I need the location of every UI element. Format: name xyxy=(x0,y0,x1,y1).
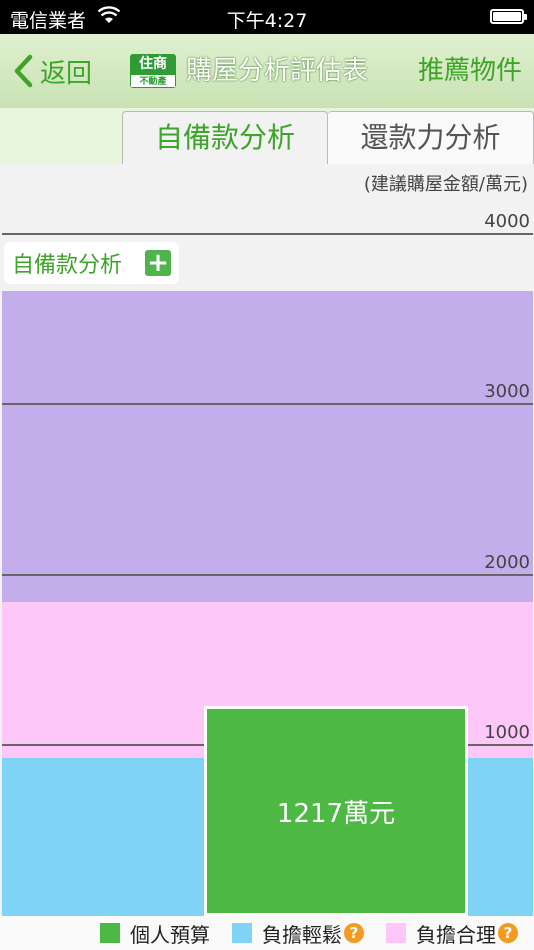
plus-icon[interactable]: + xyxy=(145,250,171,276)
legend-swatch xyxy=(100,923,120,943)
y-tick-label: 1000 xyxy=(484,722,530,744)
tab-down-payment-analysis[interactable]: 自備款分析 xyxy=(122,111,328,164)
chevron-left-icon xyxy=(14,54,33,88)
gridline-3000 xyxy=(2,403,533,406)
y-tick-label: 4000 xyxy=(484,210,530,232)
recommended-listings-button[interactable]: 推薦物件 xyxy=(418,52,522,90)
status-bar: 電信業者 下午4:27 xyxy=(0,0,534,34)
tab-repayment-analysis[interactable]: 還款力分析 xyxy=(328,111,534,164)
legend-item-easy: 負擔輕鬆 ? xyxy=(232,920,364,947)
budget-value-label: 1217萬元 xyxy=(276,798,396,829)
affordability-chart: 4000 3000 2000 1000 (建議購屋金額/萬元) 自備款分析 + … xyxy=(0,164,534,916)
legend-label: 個人預算 xyxy=(130,922,210,947)
help-icon[interactable]: ? xyxy=(498,923,518,943)
tab-bar: 自備款分析 還款力分析 xyxy=(0,108,534,164)
personal-budget-bar: 1217萬元 xyxy=(204,706,468,916)
y-tick-label: 2000 xyxy=(484,551,530,573)
chart-legend: 個人預算 負擔輕鬆 ? 負擔合理 ? xyxy=(0,916,534,950)
brand-logo: 住商 不動產 xyxy=(130,54,176,88)
y-tick-label: 3000 xyxy=(484,381,530,403)
page-title: 購屋分析評估表 xyxy=(186,56,369,86)
gridline-2000 xyxy=(2,573,533,576)
legend-label: 負擔輕鬆 xyxy=(262,922,342,947)
section-label: 自備款分析 xyxy=(12,253,123,278)
legend-item-reasonable: 負擔合理 ? xyxy=(386,920,518,947)
legend-item-personal-budget: 個人預算 xyxy=(100,920,210,947)
unit-label: (建議購屋金額/萬元) xyxy=(363,174,528,195)
clock: 下午4:27 xyxy=(226,10,308,32)
legend-label: 負擔合理 xyxy=(416,922,496,947)
gridline-4000 xyxy=(2,232,533,235)
heavy-burden-band xyxy=(2,291,533,602)
battery-icon xyxy=(490,9,527,24)
legend-swatch xyxy=(232,923,252,943)
back-button[interactable]: 返回 xyxy=(12,52,92,90)
legend-swatch xyxy=(386,923,406,943)
back-label: 返回 xyxy=(40,58,93,89)
help-icon[interactable]: ? xyxy=(344,923,364,943)
navigation-bar: 返回 住商 不動產 購屋分析評估表 推薦物件 xyxy=(0,34,534,109)
section-label-box[interactable]: 自備款分析 + xyxy=(4,242,179,284)
